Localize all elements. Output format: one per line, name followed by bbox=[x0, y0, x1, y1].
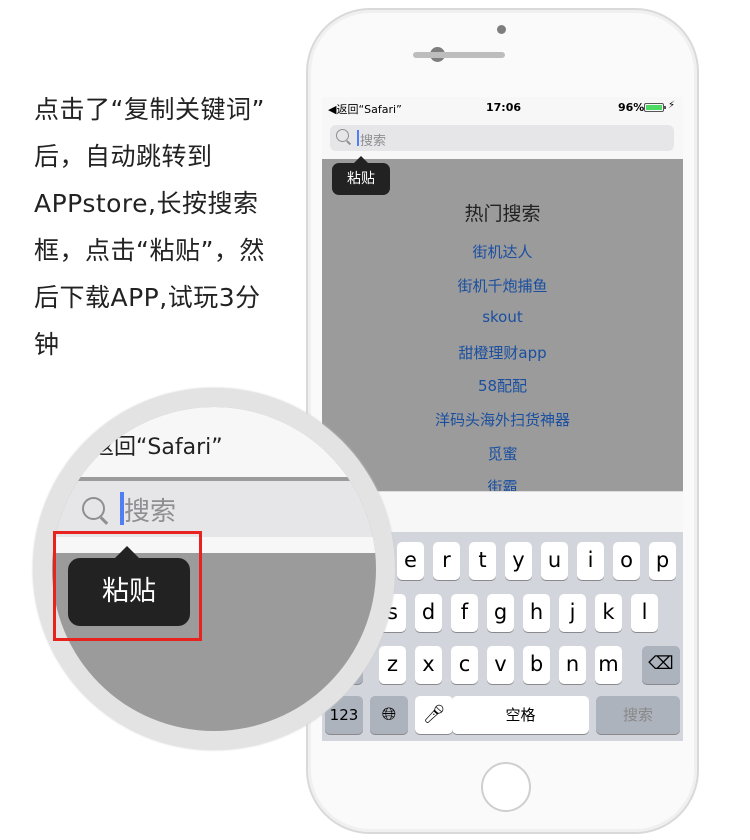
status-bar: ◀︎返回“Safari” 17:06 96% ⚡︎ bbox=[322, 97, 683, 119]
key-f[interactable]: f bbox=[451, 594, 478, 632]
key-m[interactable]: m bbox=[595, 646, 622, 684]
back-to-safari-link[interactable]: ◀︎返回“Safari” bbox=[328, 101, 402, 117]
hot-search-item[interactable]: 58配配 bbox=[322, 375, 683, 409]
instruction-line: APPstore,长按搜索 bbox=[34, 189, 259, 218]
battery-percent: 96% bbox=[618, 101, 645, 114]
earpiece-speaker bbox=[413, 52, 505, 58]
search-input[interactable]: 搜索 bbox=[330, 125, 674, 151]
key-h[interactable]: h bbox=[523, 594, 550, 632]
key-i[interactable]: i bbox=[577, 542, 604, 580]
key-g[interactable]: g bbox=[487, 594, 514, 632]
search-icon bbox=[82, 497, 105, 520]
text-cursor bbox=[357, 130, 359, 146]
instruction-line: 后，自动跳转到 bbox=[34, 142, 213, 171]
key-r[interactable]: r bbox=[433, 542, 460, 580]
hot-search-item[interactable]: 街机千炮捕鱼 bbox=[322, 275, 683, 309]
instruction-line: 钟 bbox=[34, 330, 60, 359]
front-sensor bbox=[497, 25, 506, 34]
hot-search-title: 热门搜索 bbox=[464, 203, 541, 225]
home-button[interactable] bbox=[481, 762, 531, 812]
key-t[interactable]: t bbox=[469, 542, 496, 580]
globe-icon[interactable]: 🌐︎ bbox=[370, 696, 408, 734]
instruction-text: 点击了“复制关键词” 后，自动跳转到 APPstore,长按搜索 框，点击“粘贴… bbox=[34, 86, 296, 368]
instruction-line: 点击了“复制关键词” bbox=[34, 95, 265, 124]
hot-search-item[interactable]: skout bbox=[322, 308, 683, 342]
magnified-back-link: 返回“Safari” bbox=[92, 435, 223, 460]
key-l[interactable]: l bbox=[631, 594, 658, 632]
key-v[interactable]: v bbox=[487, 646, 514, 684]
search-key[interactable]: 搜索 bbox=[596, 696, 680, 734]
key-c[interactable]: c bbox=[451, 646, 478, 684]
mic-icon[interactable]: 🎤︎ bbox=[415, 696, 453, 734]
key-d[interactable]: d bbox=[415, 594, 442, 632]
hot-search-item[interactable]: 街机达人 bbox=[322, 241, 683, 275]
delete-icon[interactable]: ⌫ bbox=[642, 646, 680, 684]
key-b[interactable]: b bbox=[523, 646, 550, 684]
battery-icon bbox=[644, 103, 666, 112]
key-j[interactable]: j bbox=[559, 594, 586, 632]
space-key[interactable]: 空格 bbox=[452, 696, 589, 734]
hot-search-item[interactable]: 洋码头海外扫货神器 bbox=[322, 409, 683, 443]
key-p[interactable]: p bbox=[649, 542, 676, 580]
magnified-search-placeholder: 搜索 bbox=[124, 497, 177, 527]
highlight-box bbox=[53, 531, 202, 641]
key-u[interactable]: u bbox=[541, 542, 568, 580]
hot-search-item[interactable]: 觅蜜 bbox=[322, 443, 683, 477]
key-k[interactable]: k bbox=[595, 594, 622, 632]
key-x[interactable]: x bbox=[415, 646, 442, 684]
hot-search-list: 街机达人 街机千炮捕鱼 skout 甜橙理财app 58配配 洋码头海外扫货神器… bbox=[322, 241, 683, 510]
key-y[interactable]: y bbox=[505, 542, 532, 580]
key-e[interactable]: e bbox=[397, 542, 424, 580]
instruction-line: 后下载APP,试玩3分 bbox=[34, 283, 261, 312]
status-time: 17:06 bbox=[486, 101, 522, 114]
instruction-line: 框，点击“粘贴”，然 bbox=[34, 236, 265, 265]
paste-menu-item[interactable]: 粘贴 bbox=[332, 156, 390, 195]
search-placeholder: 搜索 bbox=[360, 134, 387, 149]
key-z[interactable]: z bbox=[379, 646, 406, 684]
key-o[interactable]: o bbox=[613, 542, 640, 580]
charging-icon: ⚡︎ bbox=[668, 100, 676, 111]
key-n[interactable]: n bbox=[559, 646, 586, 684]
search-icon bbox=[336, 129, 349, 142]
hot-search-item[interactable]: 甜橙理财app bbox=[322, 342, 683, 376]
